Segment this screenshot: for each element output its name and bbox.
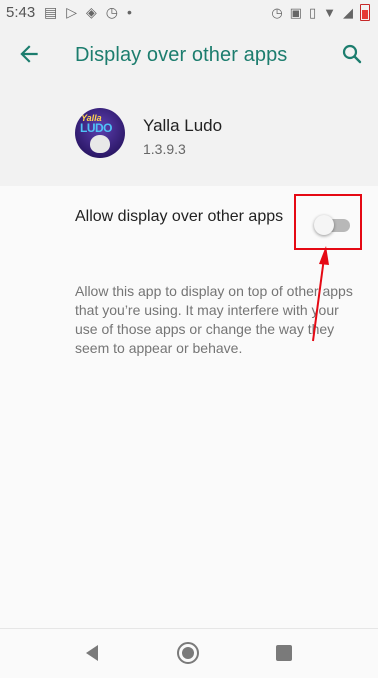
settings-content: Allow display over other apps Allow this…	[0, 186, 378, 628]
vibrate-icon: ▯	[308, 4, 317, 20]
app-name: Yalla Ludo	[143, 116, 223, 135]
message-icon: ▤	[44, 4, 58, 20]
nav-recents-icon[interactable]	[276, 645, 292, 661]
navigation-bar	[0, 628, 378, 678]
app-icon: Yalla LUDO	[75, 108, 125, 158]
app-version: 1.3.9.3	[143, 141, 186, 157]
search-icon[interactable]	[340, 42, 364, 66]
app-bar: Display over other apps	[0, 26, 378, 84]
play-store-icon: ▷	[66, 4, 78, 20]
dot-icon: •	[127, 4, 132, 20]
nav-back-icon[interactable]	[83, 643, 103, 663]
dog-mascot-icon	[90, 135, 110, 153]
nav-home-icon[interactable]	[176, 641, 200, 665]
annotation-highlight-box	[294, 194, 362, 250]
signal-icon: ◢	[343, 4, 353, 20]
app-icon-text-main: LUDO	[80, 121, 113, 135]
bird-icon: ◈	[86, 4, 97, 20]
battery-icon	[360, 4, 370, 21]
status-right-icons: ◷ ▣ ▯ ▼ ◢	[271, 4, 370, 21]
annotation-arrow-icon	[312, 246, 329, 342]
status-time: 5:43	[6, 4, 36, 21]
back-arrow-icon[interactable]	[16, 41, 42, 67]
nfc-icon: ▣	[289, 4, 302, 20]
alarm-icon: ◷	[105, 4, 119, 20]
wifi-icon: ▼	[323, 5, 336, 20]
status-left-icons: ▤ ▷ ◈ ◷ •	[44, 4, 132, 21]
page-title: Display over other apps	[75, 44, 288, 66]
setting-description: Allow this app to display on top of othe…	[75, 283, 353, 356]
alarm-icon: ◷	[271, 4, 283, 20]
setting-title[interactable]: Allow display over other apps	[75, 206, 285, 227]
status-bar: 5:43 ▤ ▷ ◈ ◷ • ◷ ▣ ▯ ▼ ◢	[0, 0, 378, 26]
app-header: Yalla LUDO Yalla Ludo 1.3.9.3	[0, 84, 378, 186]
